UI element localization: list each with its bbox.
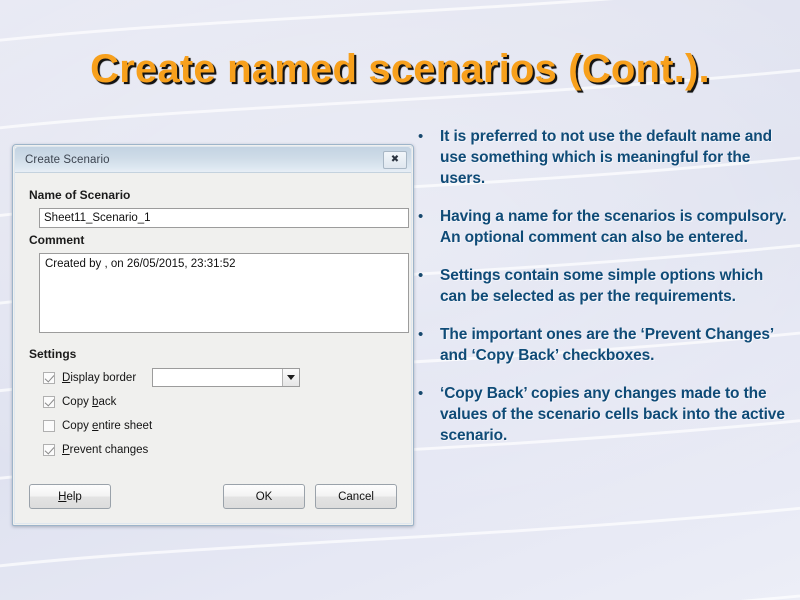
- bullet-marker: •: [418, 326, 424, 343]
- bullet-marker: •: [418, 385, 424, 402]
- comment-textarea[interactable]: Created by , on 26/05/2015, 23:31:52: [39, 253, 409, 333]
- dialog-inner-frame: Create Scenario ✖ Name of Scenario Comme…: [14, 146, 412, 524]
- checkbox-row-display-border[interactable]: Display border: [43, 367, 397, 388]
- bullet-list: • It is preferred to not use the default…: [414, 126, 792, 463]
- bullet-text: Having a name for the scenarios is compu…: [440, 208, 787, 246]
- bullet-text: Settings contain some simple options whi…: [440, 267, 764, 305]
- list-item: • ‘Copy Back’ copies any changes made to…: [414, 383, 792, 446]
- cancel-button[interactable]: Cancel: [315, 484, 397, 509]
- settings-label: Settings: [29, 347, 77, 361]
- chevron-down-icon[interactable]: [282, 369, 300, 386]
- dialog-body: Name of Scenario Comment Created by , on…: [15, 173, 411, 460]
- list-item: • Having a name for the scenarios is com…: [414, 206, 792, 248]
- checkbox-copy-back[interactable]: [43, 395, 55, 408]
- checkbox-label-prevent-changes: Prevent changes: [62, 443, 149, 456]
- page-title: Create named scenarios (Cont.).: [90, 47, 710, 91]
- list-item: • Settings contain some simple options w…: [414, 265, 792, 307]
- scenario-name-input[interactable]: [39, 208, 409, 228]
- bullet-marker: •: [418, 208, 424, 225]
- dialog-titlebar[interactable]: Create Scenario ✖: [15, 147, 411, 173]
- checkbox-display-border[interactable]: [43, 371, 55, 384]
- checkbox-label-copy-back: Copy back: [62, 395, 117, 408]
- help-button[interactable]: Help: [29, 484, 111, 509]
- checkbox-copy-entire-sheet[interactable]: [43, 419, 55, 432]
- dialog-button-row: Help OK Cancel: [15, 484, 411, 509]
- checkbox-prevent-changes[interactable]: [43, 443, 55, 456]
- list-item: • It is preferred to not use the default…: [414, 126, 792, 189]
- checkbox-row-copy-entire-sheet[interactable]: Copy entire sheet: [43, 415, 397, 436]
- slide-canvas: Create named scenarios (Cont.). Create S…: [0, 0, 800, 600]
- bullet-marker: •: [418, 267, 424, 284]
- create-scenario-dialog: Create Scenario ✖ Name of Scenario Comme…: [12, 144, 414, 526]
- border-color-combobox-value: [153, 369, 282, 386]
- checkbox-row-copy-back[interactable]: Copy back: [43, 391, 397, 412]
- bullet-text: ‘Copy Back’ copies any changes made to t…: [440, 385, 785, 444]
- ok-button[interactable]: OK: [223, 484, 305, 509]
- bullet-text: The important ones are the ‘Prevent Chan…: [440, 326, 774, 364]
- comment-label: Comment: [29, 233, 85, 247]
- list-item: • The important ones are the ‘Prevent Ch…: [414, 324, 792, 366]
- bullet-text: It is preferred to not use the default n…: [440, 128, 773, 187]
- checkbox-label-display-border: Display border: [62, 371, 137, 384]
- checkbox-label-copy-entire-sheet: Copy entire sheet: [62, 419, 153, 432]
- bullet-marker: •: [418, 128, 424, 145]
- dialog-title: Create Scenario: [25, 153, 110, 166]
- checkbox-row-prevent-changes[interactable]: Prevent changes: [43, 439, 397, 460]
- close-icon[interactable]: ✖: [383, 150, 407, 169]
- name-of-scenario-label: Name of Scenario: [29, 188, 131, 202]
- border-color-combobox[interactable]: [152, 368, 301, 387]
